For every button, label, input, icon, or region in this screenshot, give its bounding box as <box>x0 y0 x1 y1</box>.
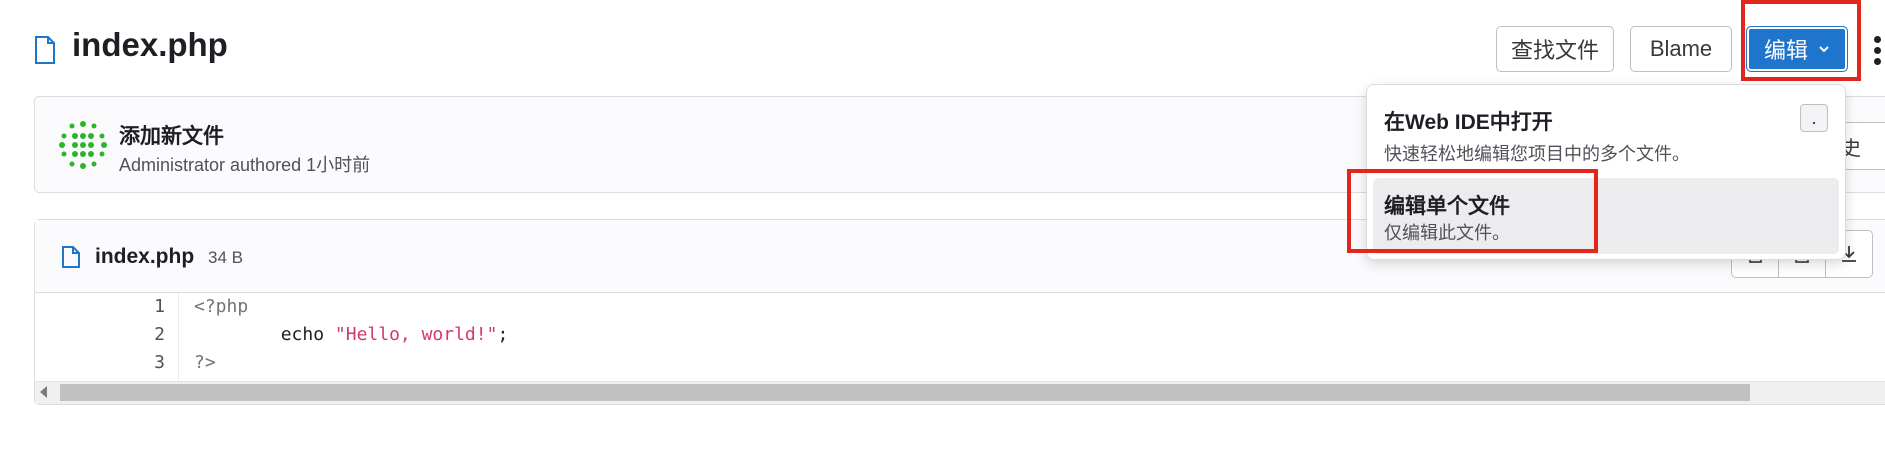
code-token: <?php <box>194 296 249 317</box>
kebab-icon[interactable] <box>1874 36 1882 69</box>
web-ide-option-desc[interactable]: 快速轻松地编辑您项目中的多个文件。 <box>1384 140 1690 166</box>
file-icon <box>62 246 80 268</box>
line-number[interactable]: 1 <box>35 296 165 317</box>
line-number[interactable]: 2 <box>35 324 165 345</box>
file-icon <box>35 36 55 64</box>
keyboard-shortcut-badge: . <box>1800 104 1828 132</box>
code-token: ?> <box>194 352 216 373</box>
code-line: ?> <box>194 352 216 373</box>
file-name: index.php <box>95 245 195 268</box>
scrollbar-thumb[interactable] <box>60 384 1750 401</box>
highlight-box-edit <box>1741 0 1861 81</box>
commit-title[interactable]: 添加新文件 <box>119 120 224 150</box>
line-number[interactable]: 3 <box>35 352 165 373</box>
web-ide-option-title[interactable]: 在Web IDE中打开 <box>1384 106 1553 136</box>
code-string: "Hello, world!" <box>334 324 498 345</box>
code-line: echo "Hello, world!"; <box>194 324 509 345</box>
commit-meta: Administrator authored 1小时前 <box>119 155 371 175</box>
code-token: echo <box>194 324 335 345</box>
code-line: <?php <box>194 296 248 317</box>
file-size: 34 B <box>208 248 243 267</box>
avatar-identicon <box>59 121 107 169</box>
blame-button[interactable]: Blame <box>1630 26 1732 72</box>
scroll-left-arrow-icon[interactable] <box>40 386 47 398</box>
highlight-box-edit-single-file <box>1347 169 1598 253</box>
code-token: ; <box>497 324 509 345</box>
find-file-button[interactable]: 查找文件 <box>1496 26 1614 72</box>
page-title: index.php <box>72 26 228 63</box>
